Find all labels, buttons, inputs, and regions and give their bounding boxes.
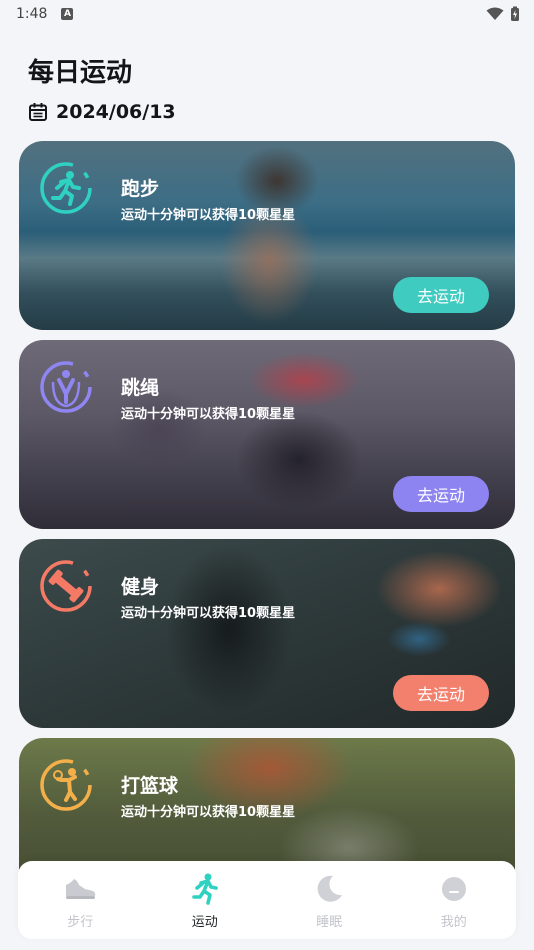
shoe-icon xyxy=(62,871,98,907)
card-subtitle: 运动十分钟可以获得10颗星星 xyxy=(121,805,296,820)
profile-icon xyxy=(436,871,472,907)
battery-icon xyxy=(511,6,519,21)
card-subtitle: 运动十分钟可以获得10颗星星 xyxy=(121,606,296,621)
date-text: 2024/06/13 xyxy=(56,101,176,123)
status-bar: 1:48 A xyxy=(0,0,534,28)
nav-item-exercise[interactable]: 运动 xyxy=(143,861,268,939)
running-icon xyxy=(40,162,92,214)
page-title: 每日运动 xyxy=(28,58,133,88)
date-row: 2024/06/13 xyxy=(28,101,176,123)
nav-item-profile[interactable]: 我的 xyxy=(392,861,517,939)
notification-icon: A xyxy=(61,8,74,20)
status-left: 1:48 A xyxy=(16,6,74,22)
basketball-icon xyxy=(40,759,92,811)
status-time: 1:48 xyxy=(16,6,48,22)
card-subtitle: 运动十分钟可以获得10颗星星 xyxy=(121,407,296,422)
exercise-card-fitness[interactable]: 健身 运动十分钟可以获得10颗星星 去运动 xyxy=(19,539,515,728)
nav-label: 睡眠 xyxy=(316,915,343,930)
status-right xyxy=(486,6,520,22)
go-exercise-button[interactable]: 去运动 xyxy=(393,277,489,313)
go-exercise-button[interactable]: 去运动 xyxy=(393,476,489,512)
running-icon xyxy=(187,871,223,907)
dumbbell-icon xyxy=(40,560,92,612)
bottom-nav: 步行 运动 睡眠 我的 xyxy=(18,861,516,939)
card-subtitle: 运动十分钟可以获得10颗星星 xyxy=(121,208,296,223)
moon-icon xyxy=(311,871,347,907)
card-title: 跳绳 xyxy=(121,377,160,399)
wifi-icon xyxy=(486,7,504,20)
exercise-card-jump-rope[interactable]: 跳绳 运动十分钟可以获得10颗星星 去运动 xyxy=(19,340,515,529)
nav-label: 步行 xyxy=(67,915,94,930)
calendar-icon xyxy=(29,103,47,121)
nav-label: 运动 xyxy=(191,915,218,930)
nav-item-walk[interactable]: 步行 xyxy=(18,861,143,939)
go-exercise-button[interactable]: 去运动 xyxy=(393,675,489,711)
nav-item-sleep[interactable]: 睡眠 xyxy=(267,861,392,939)
nav-label: 我的 xyxy=(440,915,467,930)
card-title: 打篮球 xyxy=(121,775,179,797)
card-title: 健身 xyxy=(121,576,160,598)
exercise-card-running[interactable]: 跑步 运动十分钟可以获得10颗星星 去运动 xyxy=(19,141,515,330)
jump-rope-icon xyxy=(40,361,92,413)
card-title: 跑步 xyxy=(121,178,160,200)
